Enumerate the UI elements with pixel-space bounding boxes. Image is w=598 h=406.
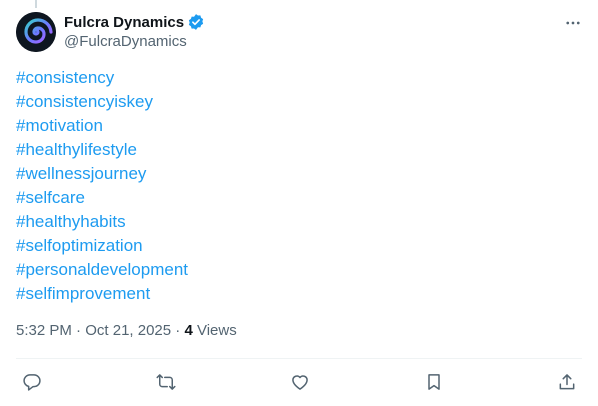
like-icon <box>292 375 308 390</box>
action-bar <box>16 370 582 394</box>
thread-connector-line <box>35 0 37 8</box>
post-date[interactable]: Oct 21, 2025 <box>85 322 171 339</box>
hashtag-list: #consistency #consistencyiskey #motivati… <box>16 66 188 306</box>
more-dots-icon <box>566 21 580 25</box>
reply-button[interactable] <box>20 370 44 394</box>
author-handle[interactable]: @FulcraDynamics <box>64 32 205 52</box>
views-label: Views <box>196 322 237 339</box>
hashtag-link[interactable]: #selfcare <box>16 186 188 210</box>
hashtag-link[interactable]: #personaldevelopment <box>16 258 188 282</box>
avatar[interactable] <box>16 12 56 52</box>
hashtag-link[interactable]: #consistencyiskey <box>16 90 188 114</box>
post-time[interactable]: 5:32 PM <box>16 322 72 339</box>
bookmark-icon <box>428 374 440 390</box>
repost-button[interactable] <box>154 370 178 394</box>
hashtag-link[interactable]: #healthylifestyle <box>16 138 188 162</box>
reply-icon <box>23 374 41 391</box>
hashtag-link[interactable]: #selfimprovement <box>16 282 188 306</box>
hashtag-link[interactable]: #healthyhabits <box>16 210 188 234</box>
hashtag-link[interactable]: #selfoptimization <box>16 234 188 258</box>
bookmark-button[interactable] <box>422 370 446 394</box>
share-icon <box>559 374 575 390</box>
hashtag-link[interactable]: #consistency <box>16 66 188 90</box>
author-display-name[interactable]: Fulcra Dynamics <box>64 14 184 31</box>
post-meta: 5:32 PM · Oct 21, 2025 · 4 Views <box>16 321 237 341</box>
views-count: 4 <box>184 322 193 339</box>
verified-badge-icon <box>187 13 205 31</box>
like-button[interactable] <box>288 370 312 394</box>
share-button[interactable] <box>555 370 579 394</box>
author-block: Fulcra Dynamics @FulcraDynamics <box>64 12 205 52</box>
spiral-logo-icon <box>16 12 56 52</box>
repost-icon <box>156 374 176 390</box>
divider <box>16 358 582 359</box>
hashtag-link[interactable]: #motivation <box>16 114 188 138</box>
hashtag-link[interactable]: #wellnessjourney <box>16 162 188 186</box>
meta-separator: · <box>71 322 86 339</box>
more-options-button[interactable] <box>562 12 584 34</box>
meta-separator: · <box>171 322 185 339</box>
